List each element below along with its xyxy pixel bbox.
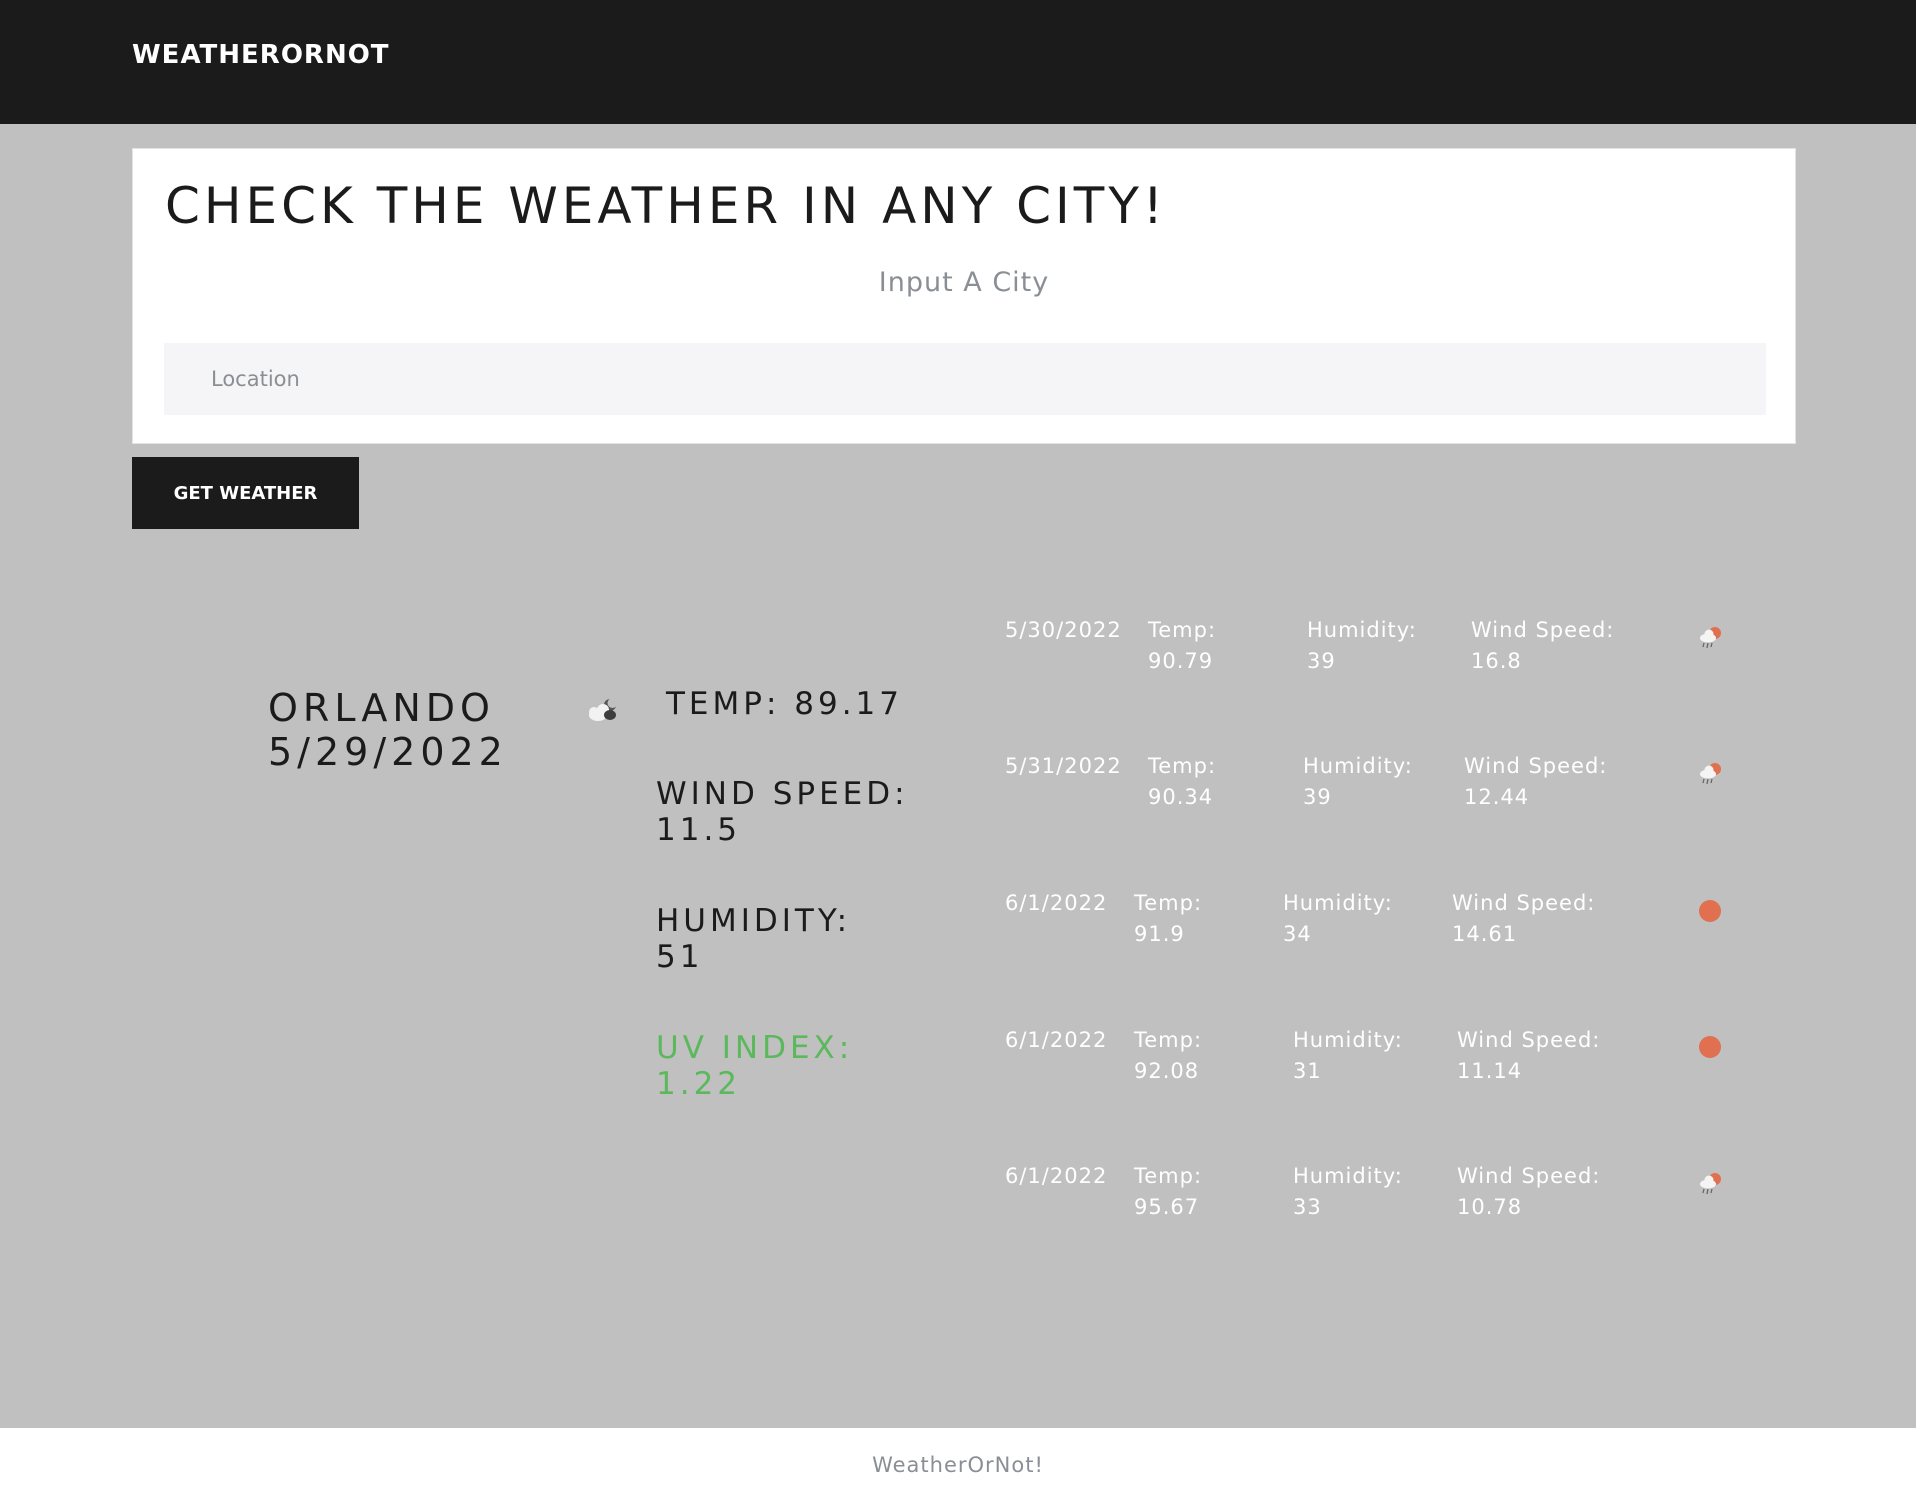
forecast-wind-label: Wind Speed: bbox=[1471, 618, 1615, 642]
forecast-wind: Wind Speed: 12.44 bbox=[1464, 751, 1607, 813]
footer-text: WeatherOrNot! bbox=[872, 1453, 1044, 1477]
forecast-wind-label: Wind Speed: bbox=[1464, 754, 1608, 778]
sun-icon bbox=[1699, 1036, 1721, 1058]
current-wind: WIND SPEED: 11.5 bbox=[656, 776, 909, 848]
forecast-humidity-value: 31 bbox=[1293, 1059, 1322, 1083]
forecast-temp: Temp: 90.34 bbox=[1148, 751, 1216, 813]
current-wind-label: WIND SPEED: bbox=[656, 776, 909, 812]
forecast-humidity-label: Humidity: bbox=[1293, 1028, 1403, 1052]
forecast-wind: Wind Speed: 10.78 bbox=[1457, 1161, 1600, 1223]
forecast-wind-value: 10.78 bbox=[1457, 1195, 1523, 1219]
forecast-humidity: Humidity: 31 bbox=[1293, 1025, 1403, 1087]
forecast-temp-label: Temp: bbox=[1134, 891, 1203, 915]
forecast-wind: Wind Speed: 11.14 bbox=[1457, 1025, 1600, 1087]
forecast-temp-value: 90.34 bbox=[1148, 785, 1214, 809]
forecast-humidity: Humidity: 39 bbox=[1307, 615, 1417, 677]
forecast-temp: Temp: 90.79 bbox=[1148, 615, 1216, 677]
forecast-wind-value: 11.14 bbox=[1457, 1059, 1523, 1083]
forecast-date: 6/1/2022 bbox=[1005, 891, 1108, 915]
forecast-date: 6/1/2022 bbox=[1005, 1028, 1108, 1052]
sun-icon bbox=[1699, 900, 1721, 922]
current-date: 5/29/2022 bbox=[268, 730, 508, 774]
current-wind-value: 11.5 bbox=[656, 812, 742, 848]
current-uv-index: UV INDEX: 1.22 bbox=[656, 1030, 853, 1102]
search-subtitle: Input A City bbox=[878, 267, 1050, 298]
location-input[interactable] bbox=[164, 343, 1766, 415]
current-uv-label: UV INDEX: bbox=[656, 1030, 854, 1066]
get-weather-button[interactable]: GET WEATHER bbox=[132, 457, 359, 529]
forecast-wind-value: 14.61 bbox=[1452, 922, 1518, 946]
rain-sun-icon bbox=[1700, 763, 1721, 785]
forecast-temp: Temp: 91.9 bbox=[1134, 888, 1202, 950]
current-humidity: HUMIDITY: 51 bbox=[656, 903, 851, 975]
search-card: CHECK THE WEATHER IN ANY CITY! Input A C… bbox=[132, 148, 1796, 444]
forecast-humidity-value: 39 bbox=[1303, 785, 1332, 809]
forecast-wind-label: Wind Speed: bbox=[1452, 891, 1596, 915]
forecast-wind-value: 12.44 bbox=[1464, 785, 1530, 809]
forecast-humidity-label: Humidity: bbox=[1303, 754, 1413, 778]
forecast-humidity-label: Humidity: bbox=[1283, 891, 1393, 915]
forecast-wind: Wind Speed: 14.61 bbox=[1452, 888, 1595, 950]
cloudy-night-icon bbox=[589, 698, 618, 721]
forecast-wind: Wind Speed: 16.8 bbox=[1471, 615, 1614, 677]
forecast-humidity: Humidity: 39 bbox=[1303, 751, 1413, 813]
current-temp: TEMP: 89.17 bbox=[666, 686, 904, 722]
current-uv-value: 1.22 bbox=[656, 1066, 742, 1102]
forecast-temp-label: Temp: bbox=[1148, 618, 1217, 642]
forecast-temp: Temp: 92.08 bbox=[1134, 1025, 1202, 1087]
forecast-humidity-value: 33 bbox=[1293, 1195, 1322, 1219]
forecast-temp-label: Temp: bbox=[1134, 1164, 1203, 1188]
forecast-temp-label: Temp: bbox=[1134, 1028, 1203, 1052]
forecast-humidity-label: Humidity: bbox=[1293, 1164, 1403, 1188]
current-city-block: ORLANDO 5/29/2022 bbox=[268, 686, 508, 774]
forecast-wind-label: Wind Speed: bbox=[1457, 1028, 1601, 1052]
current-city-name: ORLANDO bbox=[268, 686, 495, 730]
forecast-temp: Temp: 95.67 bbox=[1134, 1161, 1202, 1223]
forecast-humidity: Humidity: 33 bbox=[1293, 1161, 1403, 1223]
forecast-temp-label: Temp: bbox=[1148, 754, 1217, 778]
forecast-date: 5/31/2022 bbox=[1005, 754, 1122, 778]
page-footer: WeatherOrNot! bbox=[0, 1428, 1916, 1506]
forecast-temp-value: 90.79 bbox=[1148, 649, 1214, 673]
forecast-wind-value: 16.8 bbox=[1471, 649, 1522, 673]
forecast-humidity-value: 39 bbox=[1307, 649, 1336, 673]
page-title: CHECK THE WEATHER IN ANY CITY! bbox=[165, 177, 1167, 235]
current-humidity-value: 51 bbox=[656, 939, 704, 975]
forecast-date: 6/1/2022 bbox=[1005, 1164, 1108, 1188]
forecast-temp-value: 95.67 bbox=[1134, 1195, 1200, 1219]
forecast-humidity-value: 34 bbox=[1283, 922, 1312, 946]
rain-sun-icon bbox=[1700, 627, 1721, 649]
rain-sun-icon bbox=[1700, 1173, 1721, 1195]
forecast-humidity: Humidity: 34 bbox=[1283, 888, 1393, 950]
forecast-wind-label: Wind Speed: bbox=[1457, 1164, 1601, 1188]
current-humidity-label: HUMIDITY: bbox=[656, 903, 852, 939]
forecast-temp-value: 91.9 bbox=[1134, 922, 1185, 946]
forecast-humidity-label: Humidity: bbox=[1307, 618, 1417, 642]
top-navbar: WEATHERORNOT bbox=[0, 0, 1916, 124]
brand-logo-text[interactable]: WEATHERORNOT bbox=[132, 40, 390, 70]
forecast-date: 5/30/2022 bbox=[1005, 618, 1122, 642]
forecast-temp-value: 92.08 bbox=[1134, 1059, 1200, 1083]
